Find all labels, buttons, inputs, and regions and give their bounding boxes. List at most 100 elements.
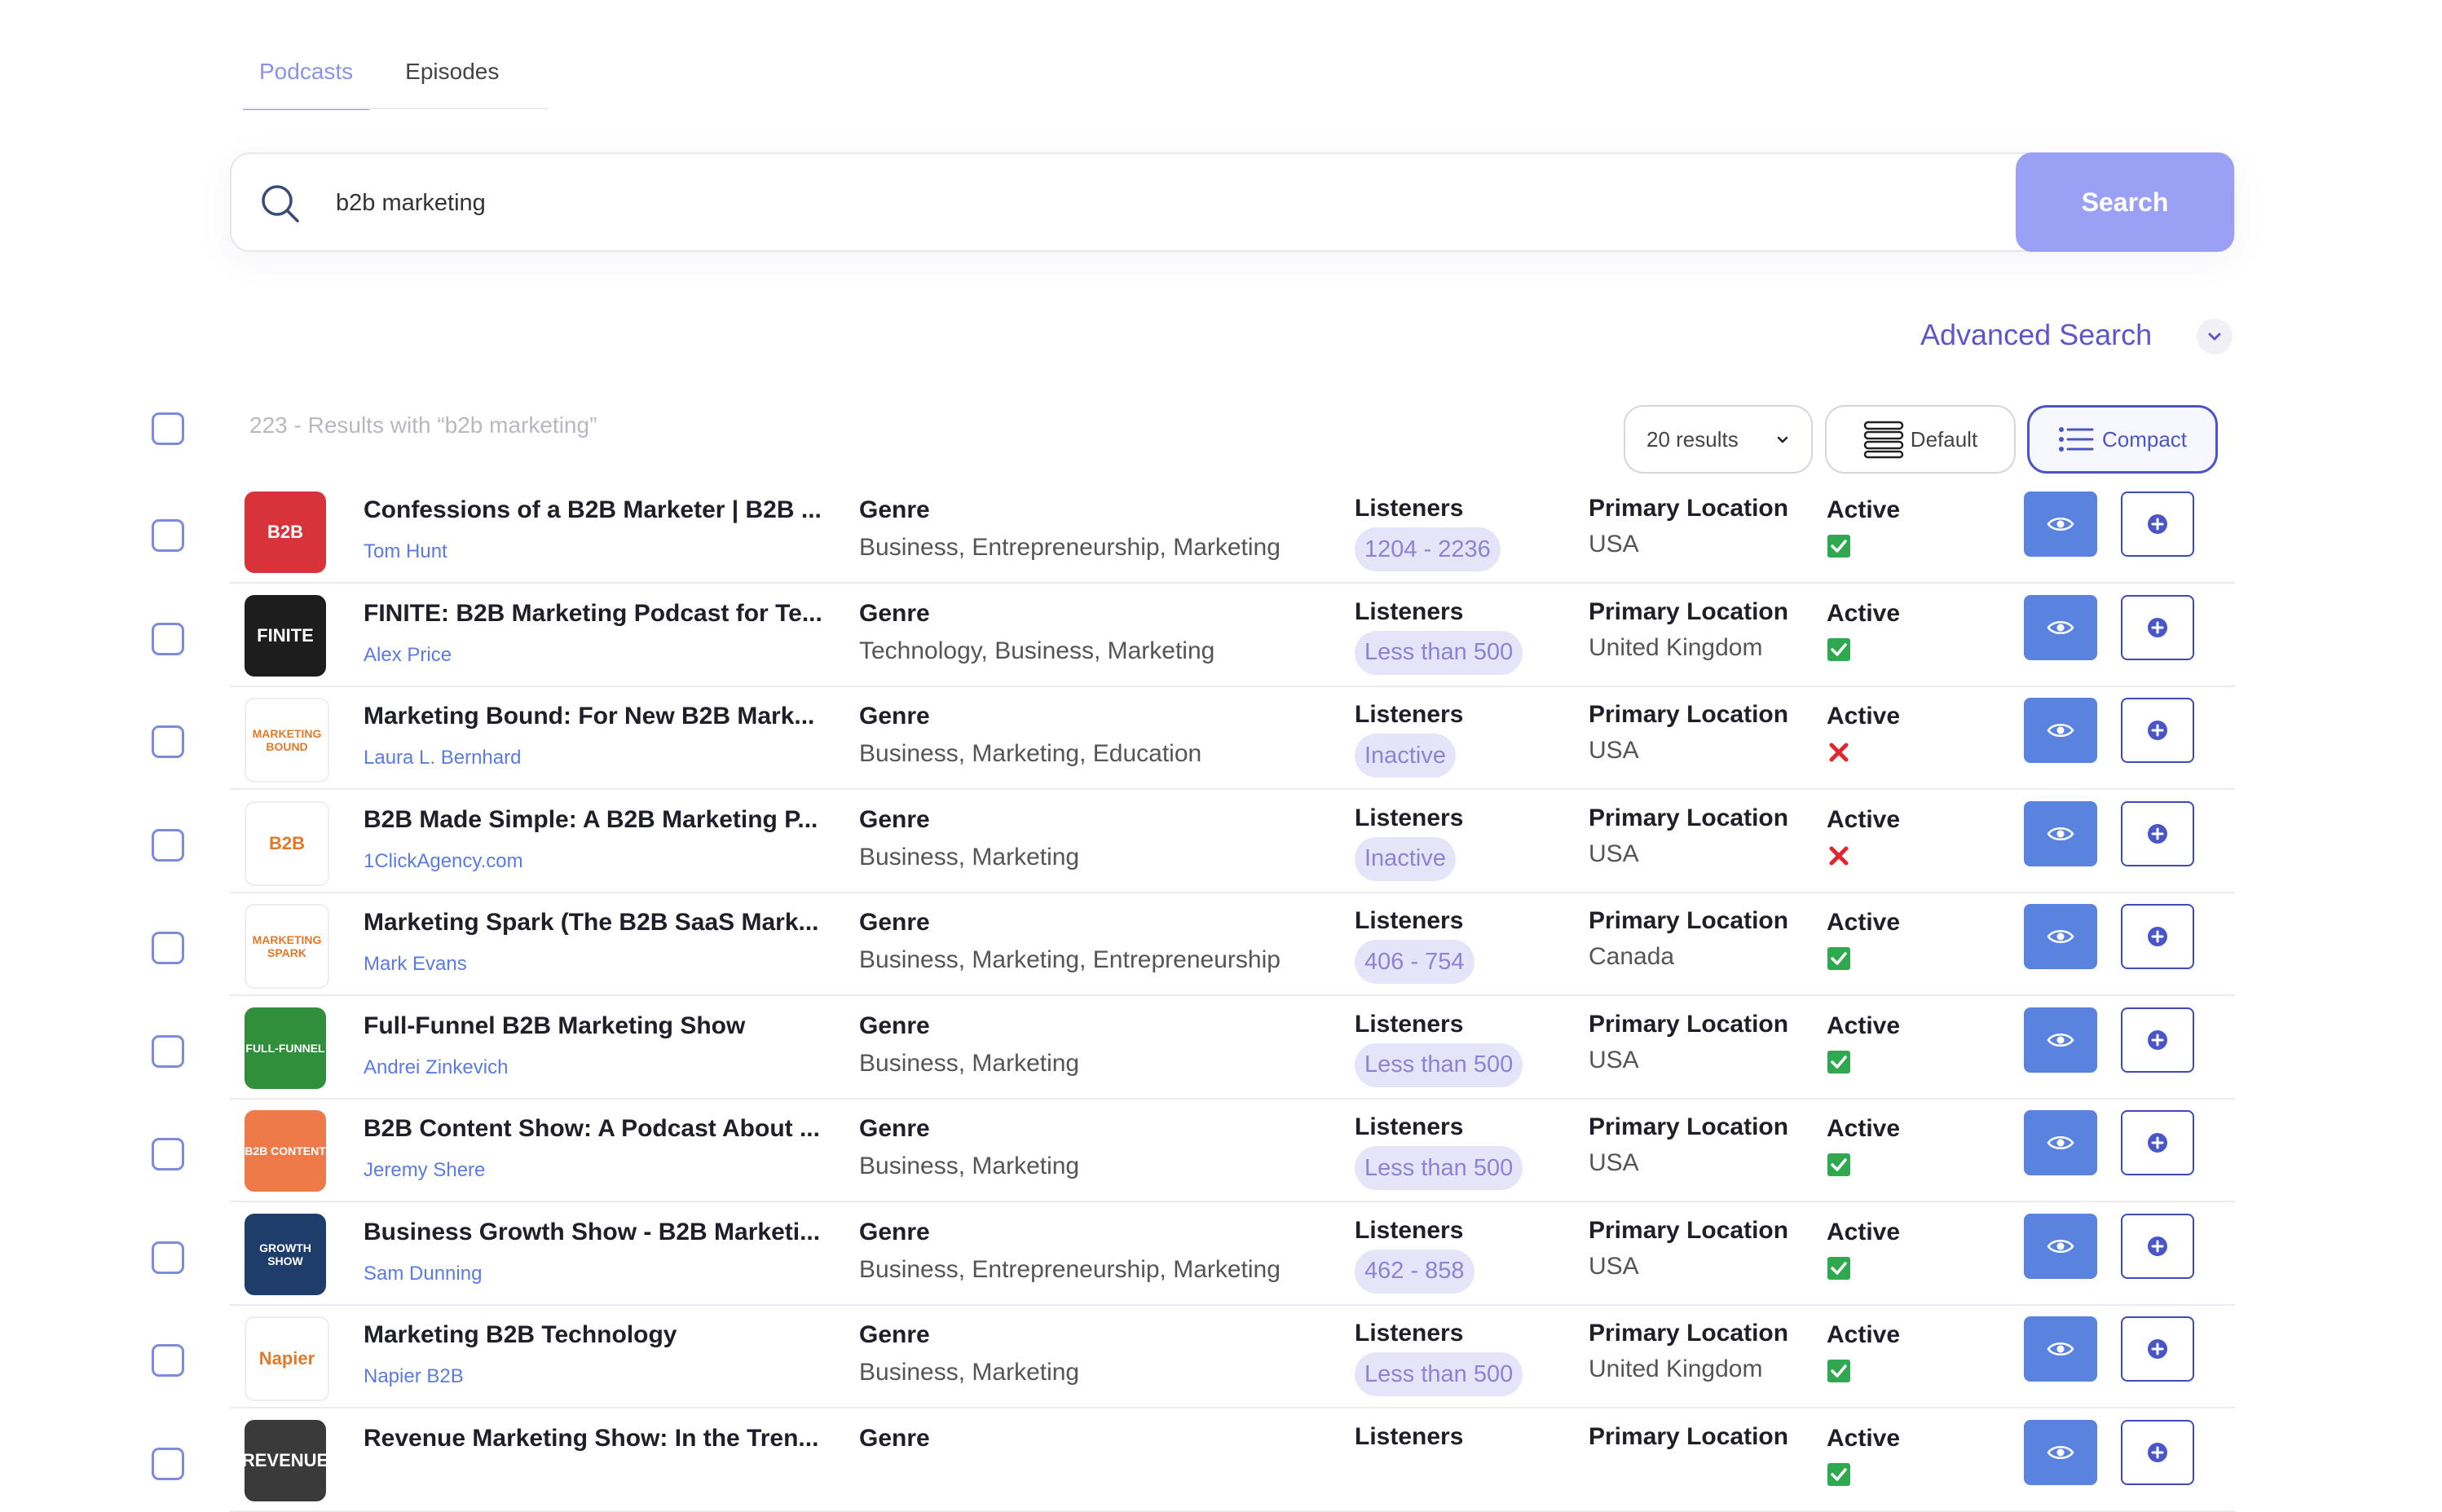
view-podcast-button[interactable]	[2024, 492, 2097, 557]
genre-label: Genre	[859, 599, 930, 627]
podcast-title[interactable]: Business Growth Show - B2B Marketi...	[364, 1219, 824, 1246]
podcast-title[interactable]: B2B Content Show: A Podcast About ...	[364, 1115, 824, 1143]
podcast-title[interactable]: Confessions of a B2B Marketer | B2B ...	[364, 496, 824, 524]
active-label: Active	[1827, 805, 1901, 833]
results-per-page-select[interactable]: 20 results	[1624, 405, 1813, 474]
tab-podcasts[interactable]: Podcasts	[243, 49, 370, 110]
view-podcast-button[interactable]	[2024, 1316, 2097, 1382]
podcast-title[interactable]: Revenue Marketing Show: In the Tren...	[364, 1425, 824, 1452]
podcast-row: B2B B2B Made Simple: A B2B Marketing P..…	[152, 790, 2235, 893]
location-label: Primary Location	[1589, 804, 1789, 831]
row-checkbox[interactable]	[152, 1447, 184, 1480]
eye-icon	[2047, 930, 2074, 943]
active-label: Active	[1827, 1321, 1901, 1348]
view-podcast-button[interactable]	[2024, 1110, 2097, 1175]
add-podcast-button[interactable]	[2121, 698, 2194, 763]
view-compact-button[interactable]: Compact	[2027, 405, 2218, 474]
view-podcast-button[interactable]	[2024, 1419, 2097, 1485]
advanced-search-toggle[interactable]: Advanced Search	[1920, 318, 2152, 352]
genre-value: Business, Marketing	[859, 1359, 1080, 1386]
location-label: Primary Location	[1589, 597, 1789, 625]
add-podcast-button[interactable]	[2121, 1316, 2194, 1382]
add-podcast-button[interactable]	[2121, 1110, 2194, 1175]
add-podcast-button[interactable]	[2121, 904, 2194, 969]
podcast-author[interactable]: Andrei Zinkevich	[364, 1056, 508, 1079]
row-checkbox[interactable]	[152, 725, 184, 758]
podcast-author[interactable]: Napier B2B	[364, 1365, 464, 1388]
tab-divider	[243, 108, 548, 109]
row-checkbox[interactable]	[152, 1034, 184, 1068]
podcast-author[interactable]: Jeremy Shere	[364, 1159, 485, 1182]
view-podcast-button[interactable]	[2024, 698, 2097, 763]
active-label: Active	[1827, 909, 1901, 936]
podcast-author[interactable]: Alex Price	[364, 644, 452, 667]
location-value: USA	[1589, 531, 1639, 558]
select-all-checkbox[interactable]	[152, 412, 184, 445]
podcast-title[interactable]: Marketing Bound: For New B2B Mark...	[364, 703, 824, 730]
add-podcast-button[interactable]	[2121, 1419, 2194, 1485]
listeners-label: Listeners	[1355, 495, 1464, 522]
view-podcast-button[interactable]	[2024, 1213, 2097, 1279]
location-value: Canada	[1589, 943, 1675, 970]
view-podcast-button[interactable]	[2024, 904, 2097, 969]
podcast-cover: REVENUE	[245, 1419, 326, 1501]
location-value: United Kingdom	[1589, 633, 1763, 661]
listeners-label: Listeners	[1355, 701, 1464, 728]
cover-text: GROWTH SHOW	[259, 1241, 311, 1267]
plus-circle-icon	[2148, 1339, 2167, 1359]
eye-icon	[2047, 1445, 2074, 1459]
add-podcast-button[interactable]	[2121, 594, 2194, 660]
tab-episodes[interactable]: Episodes	[389, 49, 515, 110]
podcast-title[interactable]: Marketing B2B Technology	[364, 1321, 824, 1349]
plus-circle-icon	[2148, 721, 2167, 740]
genre-value: Business, Entrepreneurship, Marketing	[859, 1255, 1281, 1283]
plus-circle-icon	[2148, 1133, 2167, 1153]
podcast-title[interactable]: Marketing Spark (The B2B SaaS Mark...	[364, 909, 824, 937]
podcast-title[interactable]: B2B Made Simple: A B2B Marketing P...	[364, 806, 824, 834]
plus-circle-icon	[2148, 1029, 2167, 1050]
row-checkbox[interactable]	[152, 1241, 184, 1274]
rows-icon	[1863, 421, 1904, 459]
podcast-title[interactable]: Full-Funnel B2B Marketing Show	[364, 1012, 824, 1040]
podcast-author[interactable]: Sam Dunning	[364, 1263, 482, 1285]
row-checkbox[interactable]	[152, 1138, 184, 1170]
podcast-author[interactable]: Mark Evans	[364, 953, 467, 976]
genre-label: Genre	[859, 909, 930, 936]
search-button[interactable]: Search	[2016, 152, 2234, 252]
view-podcast-button[interactable]	[2024, 594, 2097, 660]
add-podcast-button[interactable]	[2121, 800, 2194, 866]
listeners-label: Listeners	[1355, 1216, 1464, 1244]
podcast-author[interactable]: 1ClickAgency.com	[364, 850, 523, 873]
chevron-down-icon[interactable]	[2197, 319, 2233, 355]
podcast-row: MARKETING BOUND Marketing Bound: For New…	[152, 686, 2235, 790]
row-checkbox[interactable]	[152, 519, 184, 552]
add-podcast-button[interactable]	[2121, 492, 2194, 557]
check-icon	[1827, 946, 1851, 971]
podcast-cover: MARKETING SPARK	[245, 904, 329, 989]
add-podcast-button[interactable]	[2121, 1213, 2194, 1279]
listeners-badge: Less than 500	[1355, 1146, 1523, 1190]
row-checkbox[interactable]	[152, 828, 184, 862]
view-default-button[interactable]: Default	[1825, 405, 2016, 474]
listeners-badge: Less than 500	[1355, 630, 1523, 675]
listeners-label: Listeners	[1355, 1113, 1464, 1140]
view-podcast-button[interactable]	[2024, 800, 2097, 866]
podcast-author[interactable]: Tom Hunt	[364, 540, 447, 563]
genre-value: Business, Entrepreneurship, Marketing	[859, 534, 1281, 561]
row-checkbox[interactable]	[152, 622, 184, 655]
cover-text: FINITE	[257, 624, 314, 646]
results-per-page-value: 20 results	[1646, 426, 1739, 452]
listeners-label: Listeners	[1355, 597, 1464, 625]
add-podcast-button[interactable]	[2121, 1007, 2194, 1073]
genre-value: Business, Marketing	[859, 1049, 1080, 1077]
row-checkbox[interactable]	[152, 932, 184, 964]
listeners-badge: 462 - 858	[1355, 1249, 1474, 1294]
view-podcast-button[interactable]	[2024, 1007, 2097, 1073]
eye-icon	[2047, 724, 2074, 737]
search-input[interactable]	[334, 178, 1968, 228]
podcast-title[interactable]: FINITE: B2B Marketing Podcast for Te...	[364, 600, 824, 628]
podcast-author[interactable]: Laura L. Bernhard	[364, 747, 521, 769]
plus-circle-icon	[2148, 1442, 2167, 1462]
row-checkbox[interactable]	[152, 1344, 184, 1377]
view-default-label: Default	[1910, 426, 1978, 452]
